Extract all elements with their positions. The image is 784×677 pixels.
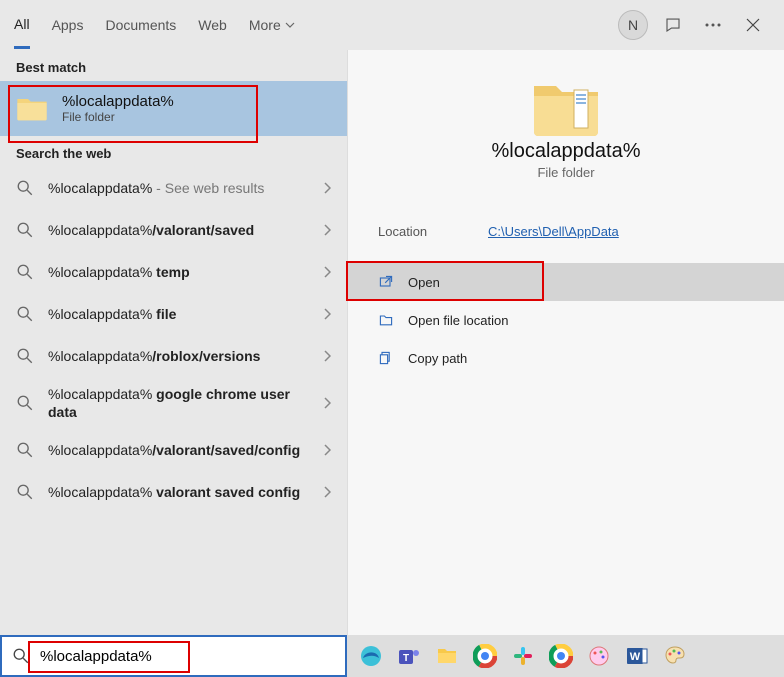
results-panel: Best match %localappdata% File folder Se… bbox=[0, 50, 347, 677]
taskbar-teams[interactable]: T bbox=[395, 642, 423, 670]
highlight-annotation bbox=[8, 85, 258, 143]
ellipsis-icon bbox=[705, 23, 721, 27]
svg-text:T: T bbox=[403, 653, 409, 664]
web-result-text: %localappdata% google chrome user data bbox=[48, 385, 309, 421]
taskbar-word[interactable]: W bbox=[623, 642, 651, 670]
web-result[interactable]: %localappdata% valorant saved config bbox=[0, 471, 347, 513]
chevron-right-icon bbox=[323, 397, 331, 409]
web-result-text: %localappdata% temp bbox=[48, 263, 309, 281]
search-icon bbox=[16, 394, 34, 412]
web-result-text: %localappdata% valorant saved config bbox=[48, 483, 309, 501]
tab-documents[interactable]: Documents bbox=[105, 3, 176, 47]
taskbar: T W bbox=[347, 635, 784, 677]
search-icon bbox=[16, 179, 34, 197]
taskbar-app-paint[interactable] bbox=[585, 642, 613, 670]
web-result-text: %localappdata% - See web results bbox=[48, 179, 309, 197]
location-label: Location bbox=[378, 224, 488, 239]
web-result[interactable]: %localappdata% temp bbox=[0, 251, 347, 293]
search-icon bbox=[16, 305, 34, 323]
action-label: Open file location bbox=[408, 313, 508, 328]
chevron-down-icon bbox=[285, 22, 295, 28]
preview-panel: %localappdata% File folder Location C:\U… bbox=[347, 50, 784, 677]
chevron-right-icon bbox=[323, 224, 331, 236]
filter-tabs: All Apps Documents Web More bbox=[14, 2, 295, 49]
search-icon bbox=[16, 221, 34, 239]
search-icon bbox=[16, 263, 34, 281]
highlight-annotation bbox=[346, 261, 544, 301]
preview-title: %localappdata% bbox=[492, 140, 641, 163]
taskbar-edge[interactable] bbox=[357, 642, 385, 670]
more-options[interactable] bbox=[696, 8, 730, 42]
preview-subtitle: File folder bbox=[537, 165, 594, 180]
web-result[interactable]: %localappdata%/valorant/saved bbox=[0, 209, 347, 251]
chevron-right-icon bbox=[323, 350, 331, 362]
search-icon bbox=[16, 441, 34, 459]
folder-location-icon bbox=[378, 312, 394, 328]
action-open-location[interactable]: Open file location bbox=[348, 301, 784, 339]
header: All Apps Documents Web More N bbox=[0, 0, 784, 50]
tab-all[interactable]: All bbox=[14, 2, 30, 49]
chat-icon bbox=[664, 16, 682, 34]
web-result-text: %localappdata%/valorant/saved bbox=[48, 221, 309, 239]
copy-icon bbox=[378, 350, 394, 366]
best-match-result[interactable]: %localappdata% File folder bbox=[0, 81, 347, 136]
action-open[interactable]: Open bbox=[348, 263, 784, 301]
search-icon bbox=[16, 347, 34, 365]
tab-more[interactable]: More bbox=[249, 3, 295, 47]
close-button[interactable] bbox=[736, 8, 770, 42]
chevron-right-icon bbox=[323, 266, 331, 278]
search-bar[interactable] bbox=[0, 635, 347, 677]
web-result[interactable]: %localappdata% file bbox=[0, 293, 347, 335]
chevron-right-icon bbox=[323, 486, 331, 498]
svg-text:W: W bbox=[630, 651, 641, 663]
tab-apps[interactable]: Apps bbox=[52, 3, 84, 47]
taskbar-explorer[interactable] bbox=[433, 642, 461, 670]
web-result[interactable]: %localappdata%/valorant/saved/config bbox=[0, 429, 347, 471]
chevron-right-icon bbox=[323, 308, 331, 320]
web-result-text: %localappdata%/valorant/saved/config bbox=[48, 441, 309, 459]
best-match-label: Best match bbox=[0, 50, 347, 81]
search-icon bbox=[16, 483, 34, 501]
chevron-right-icon bbox=[323, 444, 331, 456]
taskbar-slack[interactable] bbox=[509, 642, 537, 670]
location-link[interactable]: C:\Users\Dell\AppData bbox=[488, 224, 619, 239]
web-result-text: %localappdata%/roblox/versions bbox=[48, 347, 309, 365]
taskbar-app-palette[interactable] bbox=[661, 642, 689, 670]
close-icon bbox=[746, 18, 760, 32]
chevron-right-icon bbox=[323, 182, 331, 194]
highlight-annotation bbox=[28, 641, 190, 673]
web-result[interactable]: %localappdata%/roblox/versions bbox=[0, 335, 347, 377]
feedback-button[interactable] bbox=[656, 8, 690, 42]
folder-large-icon bbox=[530, 78, 602, 140]
taskbar-chrome[interactable] bbox=[471, 642, 499, 670]
web-result[interactable]: %localappdata% google chrome user data bbox=[0, 377, 347, 429]
web-result-text: %localappdata% file bbox=[48, 305, 309, 323]
web-result[interactable]: %localappdata% - See web results bbox=[0, 167, 347, 209]
taskbar-chrome-2[interactable] bbox=[547, 642, 575, 670]
tab-web[interactable]: Web bbox=[198, 3, 227, 47]
action-copy-path[interactable]: Copy path bbox=[348, 339, 784, 377]
action-label: Copy path bbox=[408, 351, 467, 366]
user-avatar[interactable]: N bbox=[616, 8, 650, 42]
